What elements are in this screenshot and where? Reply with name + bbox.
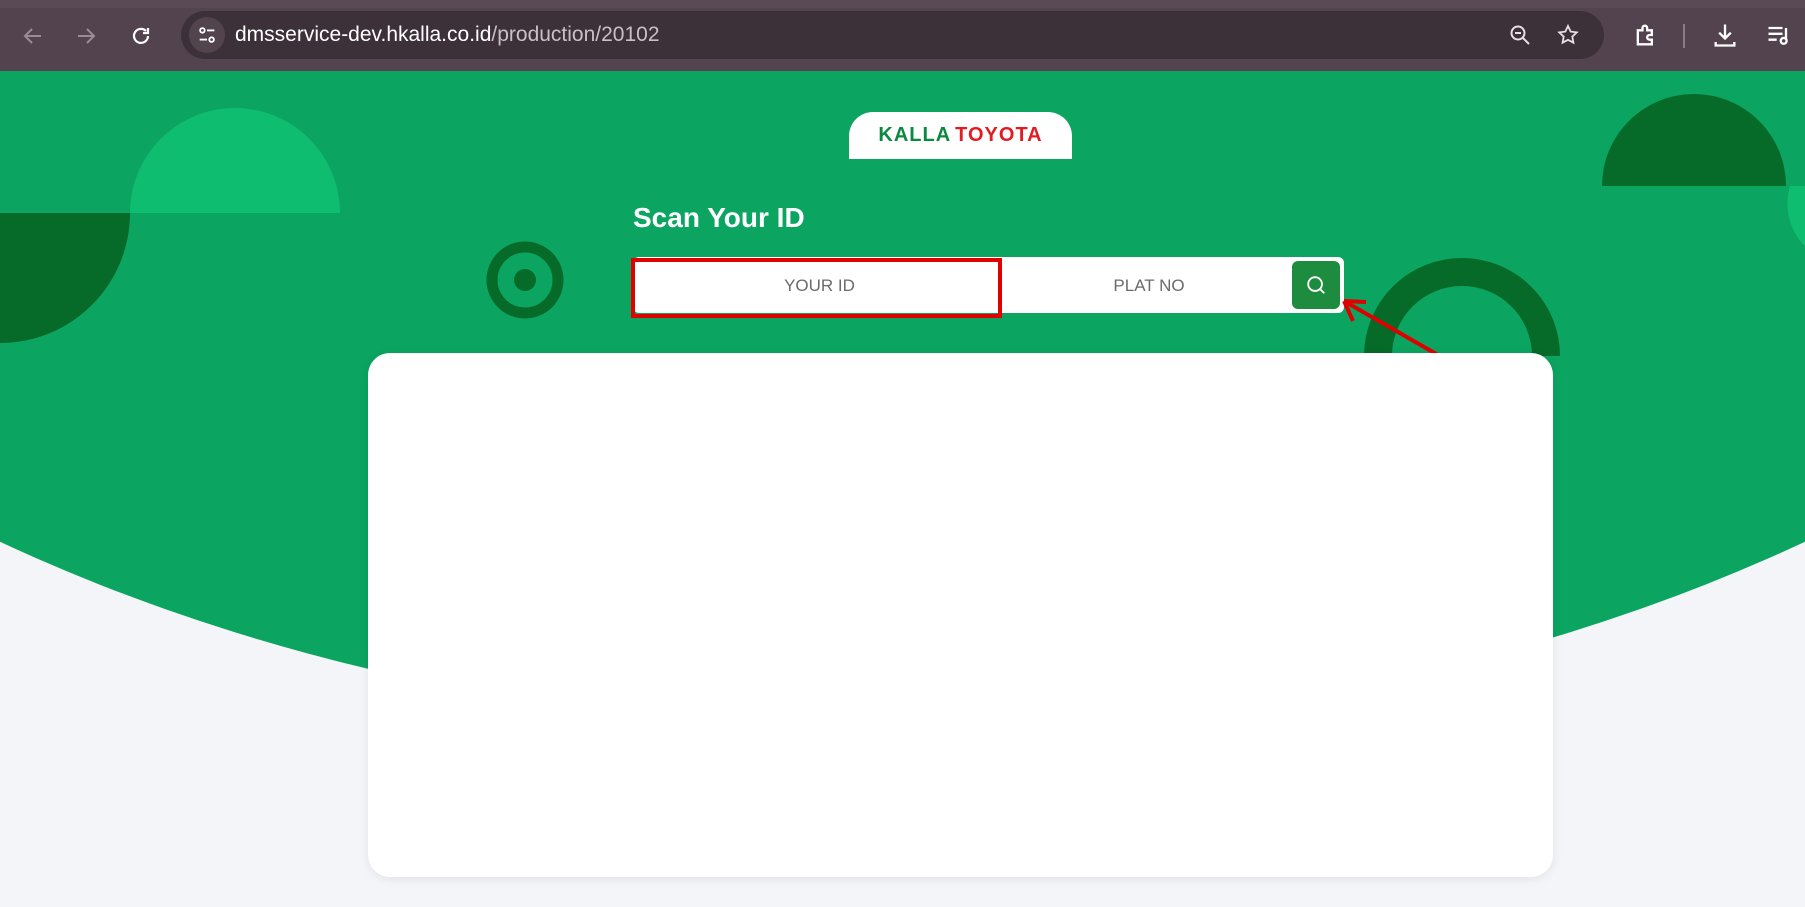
search-icon: [1307, 276, 1325, 294]
tab-strip-edge: [0, 0, 1805, 8]
reload-icon: [132, 27, 150, 44]
page-content: KALLA TOYOTA Scan Your ID: [0, 71, 1805, 907]
search-bar: [633, 257, 1344, 315]
url-path: /production/20102: [491, 23, 660, 46]
star-icon[interactable]: [1556, 23, 1580, 47]
toolbar-divider: [1683, 24, 1685, 48]
reload-button[interactable]: [121, 16, 161, 56]
forward-button[interactable]: [66, 16, 106, 56]
kalla-toyota-logo: KALLA TOYOTA: [849, 112, 1072, 159]
site-info-button[interactable]: [189, 17, 225, 53]
content-card: [368, 353, 1553, 877]
site-info-icon: [199, 27, 215, 43]
forward-icon: [78, 28, 96, 44]
back-button[interactable]: [13, 16, 53, 56]
scan-title: Scan Your ID: [633, 202, 805, 233]
id-input[interactable]: [633, 257, 1006, 315]
plat-no-input[interactable]: [1003, 257, 1295, 315]
logo-kalla: KALLA: [878, 124, 952, 146]
zoom-out-icon[interactable]: [1508, 23, 1532, 47]
address-bar[interactable]: dmsservice-dev.hkalla.co.id/production/2…: [181, 11, 1604, 59]
logo-toyota: TOYOTA: [955, 124, 1043, 146]
browser-toolbar: dmsservice-dev.hkalla.co.id/production/2…: [0, 0, 1805, 71]
download-icon[interactable]: [1711, 21, 1739, 49]
back-icon: [23, 28, 41, 44]
extensions-icon[interactable]: [1632, 21, 1660, 49]
reading-list-icon[interactable]: [1765, 21, 1793, 49]
url-text[interactable]: dmsservice-dev.hkalla.co.id/production/2…: [235, 23, 660, 47]
url-domain: dmsservice-dev.hkalla.co.id: [235, 23, 492, 46]
